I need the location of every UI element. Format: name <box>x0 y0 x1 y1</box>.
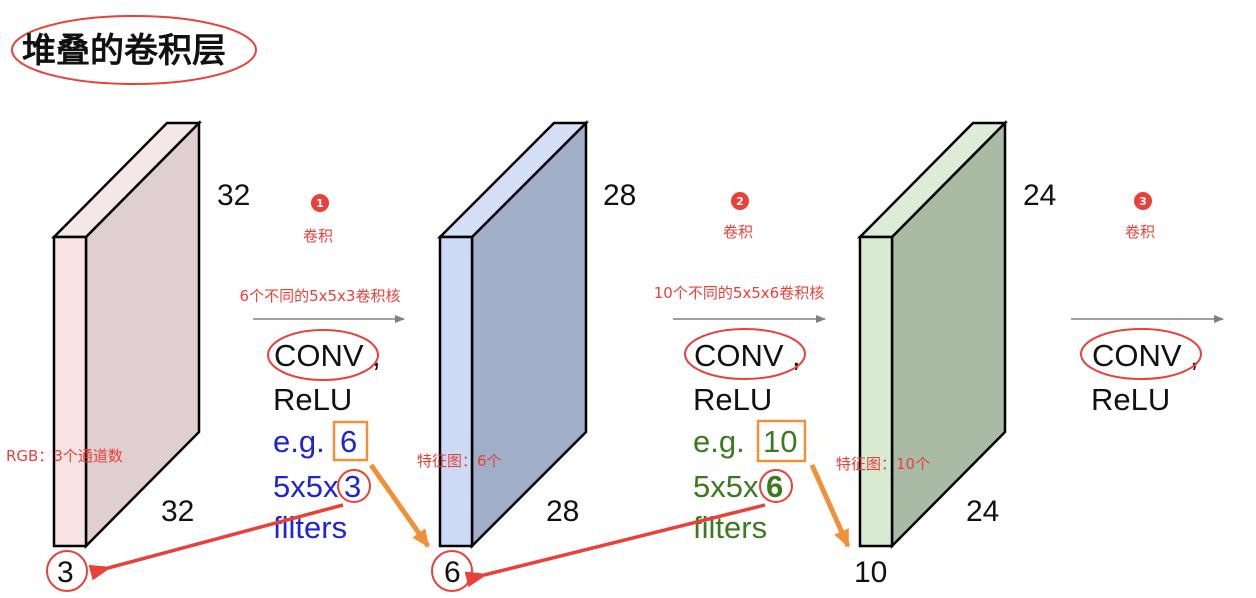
volume-front-face <box>438 235 474 548</box>
filter-size-prefix: 5x5x <box>273 469 339 504</box>
volume-height-label: 32 <box>217 179 250 212</box>
filter-count: 10 <box>763 424 797 459</box>
op-comma: , <box>372 338 381 373</box>
feature-map-note-2: 特征图：10个 <box>836 455 930 473</box>
volume-height-label: 24 <box>1023 179 1056 212</box>
rgb-channels-note: RGB：3个通道数 <box>6 447 123 465</box>
volume-width-label: 32 <box>161 495 194 528</box>
input-volume: 32 32 3 <box>46 119 250 592</box>
kernel-description: 6个不同的5x5x3卷积核 <box>240 287 401 305</box>
feature-map-volume-1: 28 28 6 <box>431 119 636 592</box>
volume-depth-label: 3 <box>57 556 74 589</box>
op-conv-label: CONV <box>1092 338 1182 373</box>
example-prefix: e.g. <box>273 424 325 459</box>
op-conv-label: CONV <box>694 338 784 373</box>
step-number: 1 <box>316 197 324 210</box>
filter-size-prefix: 5x5x <box>693 469 759 504</box>
volume-front-face <box>858 235 894 548</box>
volume-depth-label: 6 <box>444 556 461 589</box>
feature-map-volume-2: 24 24 10 <box>854 119 1056 589</box>
op-relu-label: ReLU <box>693 382 772 417</box>
example-prefix: e.g. <box>693 424 745 459</box>
volume-front-face <box>52 235 88 548</box>
feature-map-note-1: 特征图：6个 <box>417 452 502 470</box>
count-to-depth-arrow <box>809 463 851 548</box>
conv-label: 卷积 <box>723 223 753 241</box>
stacked-conv-diagram: 堆叠的卷积层 32 32 3 28 28 6 24 24 10 1 卷积 6个不… <box>6 15 1224 592</box>
kernel-description: 10个不同的5x5x6卷积核 <box>654 284 824 302</box>
op-relu-label: ReLU <box>273 382 352 417</box>
conv-label: 卷积 <box>303 227 333 245</box>
step-number: 3 <box>1139 195 1147 208</box>
filter-count: 6 <box>340 424 357 459</box>
conv-step-3: 3 卷积 CONV , ReLU <box>1071 192 1224 417</box>
volume-width-label: 24 <box>966 495 999 528</box>
step-number: 2 <box>736 195 744 208</box>
volume-height-label: 28 <box>603 179 636 212</box>
count-to-depth-arrow <box>368 463 431 548</box>
page-title: 堆叠的卷积层 <box>22 31 226 71</box>
volume-depth-label: 10 <box>854 556 887 589</box>
conv-label: 卷积 <box>1125 223 1155 241</box>
op-relu-label: ReLU <box>1091 382 1170 417</box>
volume-width-label: 28 <box>546 495 579 528</box>
op-conv-label: CONV <box>274 338 364 373</box>
filter-depth: 6 <box>766 469 783 504</box>
filter-depth: 3 <box>344 469 361 504</box>
